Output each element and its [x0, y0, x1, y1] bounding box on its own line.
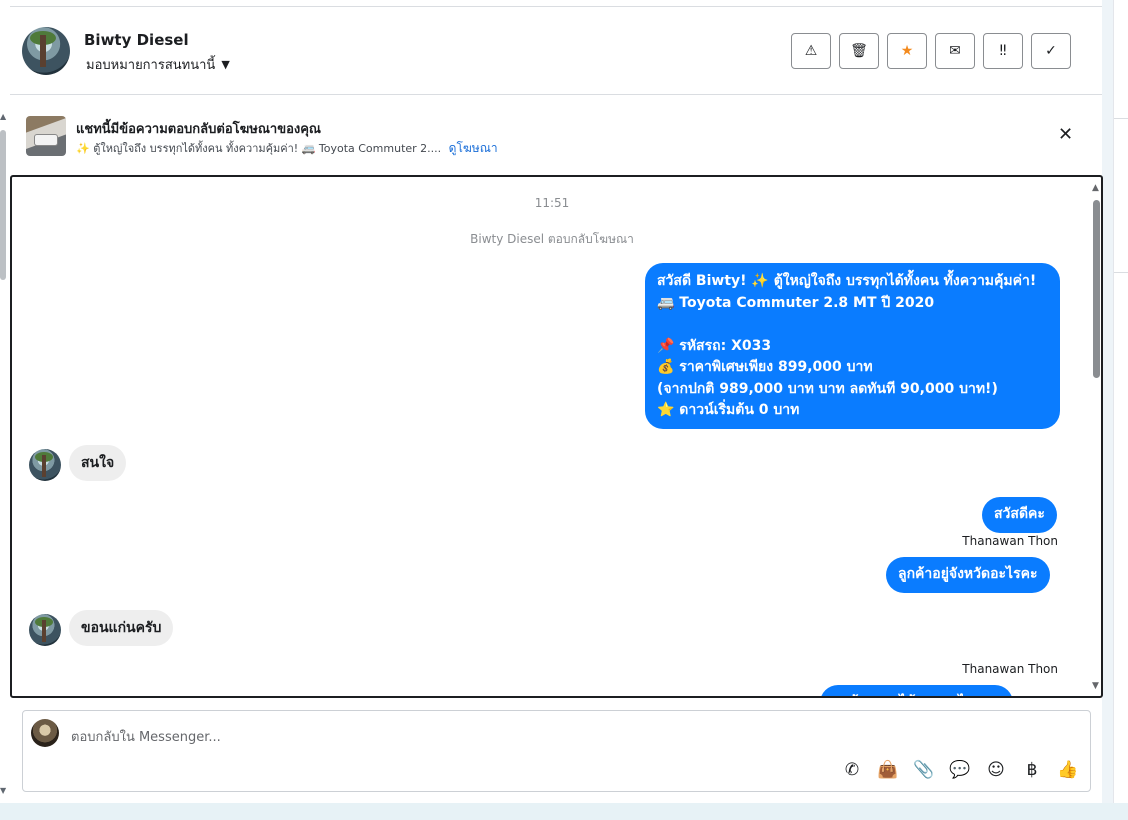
ad-preview-text: ✨ ตู้ใหญ่ใจถึง บรรทุกได้ทั้งคน ทั้งความค… — [76, 142, 442, 155]
assign-label: มอบหมายการสนทนานี้ — [86, 58, 216, 73]
left-scrollbar[interactable]: ▲ ▼ — [0, 110, 8, 800]
view-ad-link[interactable]: ดูโฆษณา — [449, 141, 498, 155]
contact-name[interactable]: Biwty Diesel — [84, 31, 189, 49]
ad-banner-title: แชทนี้มีข้อความตอบกลับต่อโฆษณาของคุณ — [76, 122, 321, 137]
thread-scrollbar[interactable]: ▲ ▼ — [1090, 183, 1101, 693]
ad-thumbnail[interactable] — [26, 116, 66, 156]
scrollbar-thumb[interactable] — [1093, 200, 1100, 378]
chevron-down-icon: ▼ — [221, 58, 230, 71]
divider — [1114, 272, 1128, 273]
shopping-bag-icon[interactable]: 👜 — [877, 759, 899, 781]
baht-icon[interactable]: ฿ — [1021, 759, 1043, 781]
avatar-image-part — [42, 455, 46, 477]
star-button[interactable]: ★ — [887, 33, 927, 69]
message-timestamp: 11:51 — [534, 196, 570, 210]
van-image-part — [34, 134, 58, 146]
call-add-icon[interactable]: ✆ — [841, 759, 863, 781]
right-panel-edge — [1113, 0, 1128, 803]
scroll-up-arrow-icon[interactable]: ▲ — [0, 112, 6, 121]
ad-reply-banner: แชทนี้มีข้อความตอบกลับต่อโฆษณาของคุณ ✨ ต… — [10, 96, 1102, 174]
message-thread[interactable]: 11:51 Biwty Diesel ตอบกลับโฆษณา สวัสดี B… — [10, 175, 1103, 698]
page-background — [0, 803, 1128, 820]
conversation-header: Biwty Diesel มอบหมายการสนทนานี้ ▼ ⚠ 🗑 ★ … — [10, 7, 1102, 95]
contact-avatar-small[interactable] — [29, 449, 61, 481]
ad-reply-note: Biwty Diesel ตอบกลับโฆษณา — [470, 232, 634, 246]
speech-bubble-icon[interactable]: 💬 — [949, 759, 971, 781]
page-avatar — [31, 719, 59, 747]
delete-button[interactable]: 🗑 — [839, 33, 879, 69]
incoming-message[interactable]: ขอนแก่นครับ — [69, 610, 174, 646]
avatar-image-part — [40, 35, 46, 67]
trash-icon: 🗑 — [850, 43, 868, 59]
ad-banner-subtitle: ✨ ตู้ใหญ่ใจถึง บรรทุกได้ทั้งคน ทั้งความค… — [76, 139, 498, 158]
emoji-icon[interactable]: ☺ — [985, 759, 1007, 781]
outgoing-message[interactable]: สวัสดีคะ — [982, 497, 1057, 533]
follow-up-button[interactable]: ‼ — [983, 33, 1023, 69]
outgoing-message[interactable]: ลูกค้าอยู่จังหวัดอะไรคะ — [886, 557, 1050, 593]
incoming-message[interactable]: สนใจ — [69, 445, 127, 481]
scrollbar-thumb[interactable] — [0, 130, 6, 280]
mark-unread-button[interactable]: ✉ — [935, 33, 975, 69]
scroll-up-arrow-icon[interactable]: ▲ — [1092, 183, 1099, 193]
scroll-down-arrow-icon[interactable]: ▼ — [0, 786, 6, 795]
sender-name: Thanawan Thon — [962, 534, 1058, 548]
assign-conversation-dropdown[interactable]: มอบหมายการสนทนานี้ ▼ — [86, 54, 230, 75]
avatar-image-part — [42, 620, 46, 642]
scroll-down-arrow-icon[interactable]: ▼ — [1092, 681, 1099, 691]
composer-toolbar: ✆ 👜 📎 💬 ☺ ฿ 👍 — [841, 759, 1079, 781]
outgoing-message[interactable]: สวัสดี Biwty! ✨ ตู้ใหญ่ใจถึง บรรทุกได้ทั… — [645, 263, 1060, 429]
star-icon: ★ — [900, 43, 914, 59]
mark-done-button[interactable]: ✓ — [1031, 33, 1071, 69]
divider — [1114, 118, 1128, 119]
header-actions: ⚠ 🗑 ★ ✉ ‼ ✓ — [791, 33, 1071, 69]
checkmark-icon: ✓ — [1045, 43, 1057, 59]
double-exclamation-icon: ‼ — [999, 43, 1007, 59]
paperclip-icon[interactable]: 📎 — [913, 759, 935, 781]
message-composer[interactable]: ตอบกลับใน Messenger... ✆ 👜 📎 💬 ☺ ฿ 👍 — [22, 710, 1091, 792]
close-icon[interactable]: ✕ — [1058, 124, 1073, 145]
reply-input[interactable]: ตอบกลับใน Messenger... — [71, 726, 221, 747]
outgoing-message[interactable]: ลูกค้าอยากได้รถแบบไหนคะ — [820, 685, 1013, 696]
sender-name: Thanawan Thon — [962, 662, 1058, 676]
conversation-pane: Biwty Diesel มอบหมายการสนทนานี้ ▼ ⚠ 🗑 ★ … — [10, 0, 1103, 803]
open-envelope-icon: ✉ — [949, 43, 961, 59]
contact-avatar-small[interactable] — [29, 614, 61, 646]
contact-avatar[interactable] — [22, 27, 70, 75]
warning-icon: ⚠ — [804, 43, 818, 59]
thumbs-up-icon[interactable]: 👍 — [1057, 759, 1079, 781]
mark-spam-button[interactable]: ⚠ — [791, 33, 831, 69]
